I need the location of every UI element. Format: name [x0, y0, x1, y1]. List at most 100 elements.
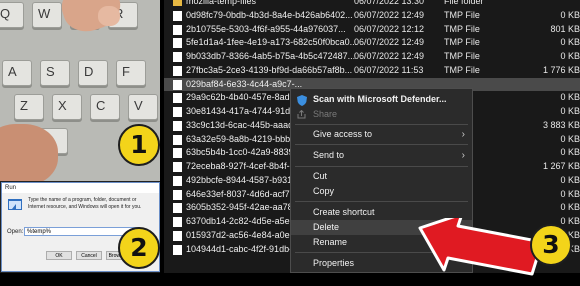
- file-size: 0 KB: [560, 92, 580, 103]
- file-name: 30e81434-417a-4744-91d7-...: [186, 106, 306, 116]
- file-size: 0 KB: [560, 174, 580, 185]
- menu-item-send-to[interactable]: Send to ›: [291, 150, 472, 161]
- cancel-button[interactable]: Cancel: [76, 251, 102, 260]
- file-icon: [173, 148, 182, 159]
- file-icon: [173, 10, 182, 21]
- file-date: 06/07/2022 12:49: [354, 37, 425, 48]
- file-icon: [173, 38, 182, 49]
- file-date: 06/07/2022 12:49: [354, 9, 425, 20]
- key-q: Q: [0, 2, 24, 28]
- key-a: A: [2, 60, 32, 86]
- key-c: C: [90, 94, 120, 120]
- file-name: 63a32e59-8a8b-4219-bbb0-...: [186, 133, 306, 144]
- file-size: 0 KB: [560, 133, 580, 144]
- menu-item-give-access[interactable]: Give access to ›: [291, 129, 472, 140]
- file-date: 06/07/2022 12:12: [354, 23, 425, 34]
- run-dialog-area: Run Type the name of a program, folder, …: [0, 181, 160, 273]
- key-f: F: [116, 60, 146, 86]
- menu-separator: [295, 201, 468, 202]
- file-size: 0 KB: [560, 106, 580, 116]
- file-icon: [173, 79, 182, 90]
- file-name: 0d98fc79-0bdb-4b3d-8a4e-b426ab6402...: [186, 9, 353, 20]
- menu-item-share: Share: [313, 109, 338, 119]
- file-size: 3 883 KB: [542, 119, 580, 130]
- file-size: 0 KB: [560, 51, 580, 61]
- file-name: 6370db14-2c82-4d5e-a5e7-...: [186, 216, 306, 226]
- file-size: 0 KB: [560, 9, 580, 20]
- file-name: 015937d2-ac56-4e84-a0e5-...: [186, 229, 306, 240]
- file-icon: [173, 162, 182, 172]
- open-label: Open:: [7, 229, 24, 235]
- file-size: 0 KB: [560, 37, 580, 48]
- key-s: S: [40, 60, 70, 86]
- file-size: 0 KB: [560, 188, 580, 199]
- keyboard-photo: Q W E R A S D F Z X C V 1: [0, 0, 160, 181]
- file-icon: [173, 203, 182, 214]
- file-icon: [173, 93, 182, 104]
- file-name: mozilla-temp-files: [186, 0, 257, 6]
- file-name: 2b10755e-5303-4f6f-a955-44a976037...: [186, 23, 346, 34]
- hand-bottom: [0, 124, 58, 181]
- file-name: 33c9c13d-6cac-445b-aaad-...: [186, 119, 304, 130]
- menu-item-create-shortcut[interactable]: Create shortcut: [291, 207, 472, 217]
- run-dialog-title: Run: [2, 183, 159, 193]
- file-name: 646e33ef-8037-4d6d-acf7-...: [186, 188, 301, 199]
- step-3-badge: 3: [530, 224, 572, 266]
- file-icon: [173, 107, 182, 117]
- file-size: 801 KB: [550, 23, 580, 34]
- chevron-right-icon: ›: [461, 150, 465, 161]
- file-type: TMP File: [444, 37, 480, 48]
- key-z: Z: [14, 94, 44, 120]
- file-name: 29a9c62b-4b40-457e-8ad6-...: [186, 92, 306, 103]
- file-size: 1 267 KB: [542, 161, 580, 171]
- file-icon: [173, 24, 182, 35]
- step-1-badge: 1: [118, 124, 160, 166]
- key-v: V: [128, 94, 158, 120]
- key-d: D: [78, 60, 108, 86]
- file-type: TMP File: [444, 23, 480, 34]
- step-2-badge: 2: [118, 227, 160, 269]
- file-name: 27fbc3a5-2ce3-4139-bf9d-da66b57af8b...: [186, 64, 353, 75]
- file-date: 06/07/2022 13:30: [354, 0, 425, 6]
- menu-item-copy[interactable]: Copy: [291, 186, 472, 196]
- file-type: TMP File: [444, 64, 480, 75]
- file-name: 492bbcfe-8944-4587-b931-...: [186, 174, 303, 185]
- key-x: X: [52, 94, 82, 120]
- file-name: 72eceba8-927f-4cef-8b4f-...: [186, 161, 298, 171]
- file-row[interactable]: 2b10755e-5303-4f6f-a955-44a976037... 06/0…: [164, 23, 580, 37]
- file-type: TMP File: [444, 9, 480, 20]
- file-icon: [173, 217, 182, 227]
- file-date: 06/07/2022 11:53: [354, 64, 424, 75]
- file-row[interactable]: 5fe1d1a4-1fee-4e19-a173-682c50f0bca0... 0…: [164, 36, 580, 50]
- file-date: 06/07/2022 12:49: [354, 51, 425, 61]
- file-row[interactable]: 27fbc3a5-2ce3-4139-bf9d-da66b57af8b... 06…: [164, 64, 580, 78]
- file-icon: [173, 134, 182, 145]
- file-name: 5fe1d1a4-1fee-4e19-a173-682c50f0bca0...: [186, 37, 358, 48]
- menu-separator: [295, 166, 468, 167]
- file-row[interactable]: 0d98fc79-0bdb-4b3d-8a4e-b426ab6402... 06/…: [164, 9, 580, 23]
- file-name: 104944d1-cabc-4f2f-91db-...: [186, 243, 300, 254]
- key-w: W: [32, 2, 62, 28]
- chevron-right-icon: ›: [461, 129, 465, 140]
- file-size: 0 KB: [560, 216, 580, 226]
- folder-icon: [173, 0, 182, 6]
- file-row[interactable]: 9b033db7-8366-4ab5-b75a-4b5c472487... 06/…: [164, 50, 580, 64]
- file-type: File folder: [444, 0, 484, 6]
- ok-button[interactable]: OK: [46, 251, 72, 260]
- menu-separator: [295, 144, 468, 145]
- menu-item-scan-defender[interactable]: Scan with Microsoft Defender...: [291, 94, 472, 104]
- file-name: 63bc5b4b-1cc0-42a9-8839-...: [186, 147, 305, 158]
- file-icon: [173, 244, 182, 255]
- file-row[interactable]: mozilla-temp-files 06/07/2022 13:30 File f…: [164, 0, 580, 9]
- file-size: 0 KB: [560, 202, 580, 213]
- fingertip: [98, 6, 120, 26]
- run-dialog-description: Type the name of a program, folder, docu…: [28, 197, 142, 210]
- give-access-label: Give access to: [313, 129, 373, 139]
- file-icon: [173, 189, 182, 200]
- file-icon: [173, 230, 182, 241]
- file-icon: [173, 65, 182, 76]
- file-size: 0 KB: [560, 147, 580, 158]
- menu-item-cut[interactable]: Cut: [291, 171, 472, 181]
- file-icon: [173, 52, 182, 62]
- file-name: 9b033db7-8366-4ab5-b75a-4b5c472487...: [186, 51, 356, 61]
